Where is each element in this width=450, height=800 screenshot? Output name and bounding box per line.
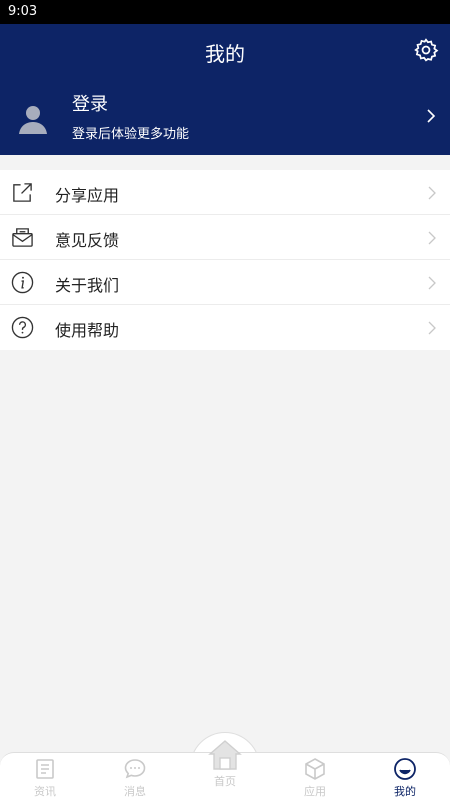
news-icon: [36, 759, 54, 779]
menu-label: 意见反馈: [55, 231, 120, 250]
tab-news[interactable]: 资讯: [0, 753, 90, 800]
login-subtitle: 登录后体验更多功能: [72, 127, 190, 142]
status-bar: 9:03: [0, 0, 450, 24]
help-icon: [11, 316, 34, 339]
tab-label: 我的: [394, 785, 416, 798]
tab-home[interactable]: 首页: [180, 740, 270, 800]
tab-label: 首页: [214, 775, 236, 788]
feedback-icon: [12, 228, 33, 247]
menu-item-about[interactable]: 关于我们: [0, 260, 450, 305]
status-time: 9:03: [8, 4, 38, 19]
menu-label: 使用帮助: [55, 321, 120, 340]
menu-item-share[interactable]: 分享应用: [0, 170, 450, 215]
info-icon: [11, 271, 34, 294]
message-icon: [124, 759, 146, 779]
apps-icon: [305, 758, 325, 780]
chevron-right-icon: [428, 231, 436, 245]
profile-icon: [394, 758, 416, 780]
tab-label: 消息: [124, 785, 146, 798]
bottom-tab-bar: 资讯 消息 首页 应用 我的: [0, 740, 450, 800]
user-avatar-icon: [19, 106, 47, 134]
chevron-right-icon: [428, 321, 436, 335]
tab-profile[interactable]: 我的: [360, 753, 450, 800]
tab-label: 应用: [304, 785, 326, 798]
chevron-right-icon: [428, 186, 436, 200]
gear-icon: [414, 38, 439, 62]
menu-label: 关于我们: [55, 276, 120, 295]
settings-button[interactable]: [412, 36, 440, 64]
page-title: 我的: [205, 42, 245, 66]
chevron-right-icon: [427, 109, 436, 123]
menu-item-help[interactable]: 使用帮助: [0, 305, 450, 350]
chevron-right-icon: [428, 276, 436, 290]
login-arrow[interactable]: [424, 106, 438, 126]
avatar[interactable]: [16, 102, 50, 136]
profile-header: 我的 登录 登录后体验更多功能: [0, 24, 450, 155]
menu-label: 分享应用: [55, 186, 120, 205]
home-icon: [208, 740, 242, 770]
settings-menu: 分享应用 意见反馈 关于我们 使用帮助: [0, 170, 450, 350]
tab-apps[interactable]: 应用: [270, 753, 360, 800]
login-title[interactable]: 登录: [72, 90, 108, 116]
share-icon: [13, 183, 32, 202]
tab-messages[interactable]: 消息: [90, 753, 180, 800]
menu-item-feedback[interactable]: 意见反馈: [0, 215, 450, 260]
tab-label: 资讯: [34, 785, 56, 798]
